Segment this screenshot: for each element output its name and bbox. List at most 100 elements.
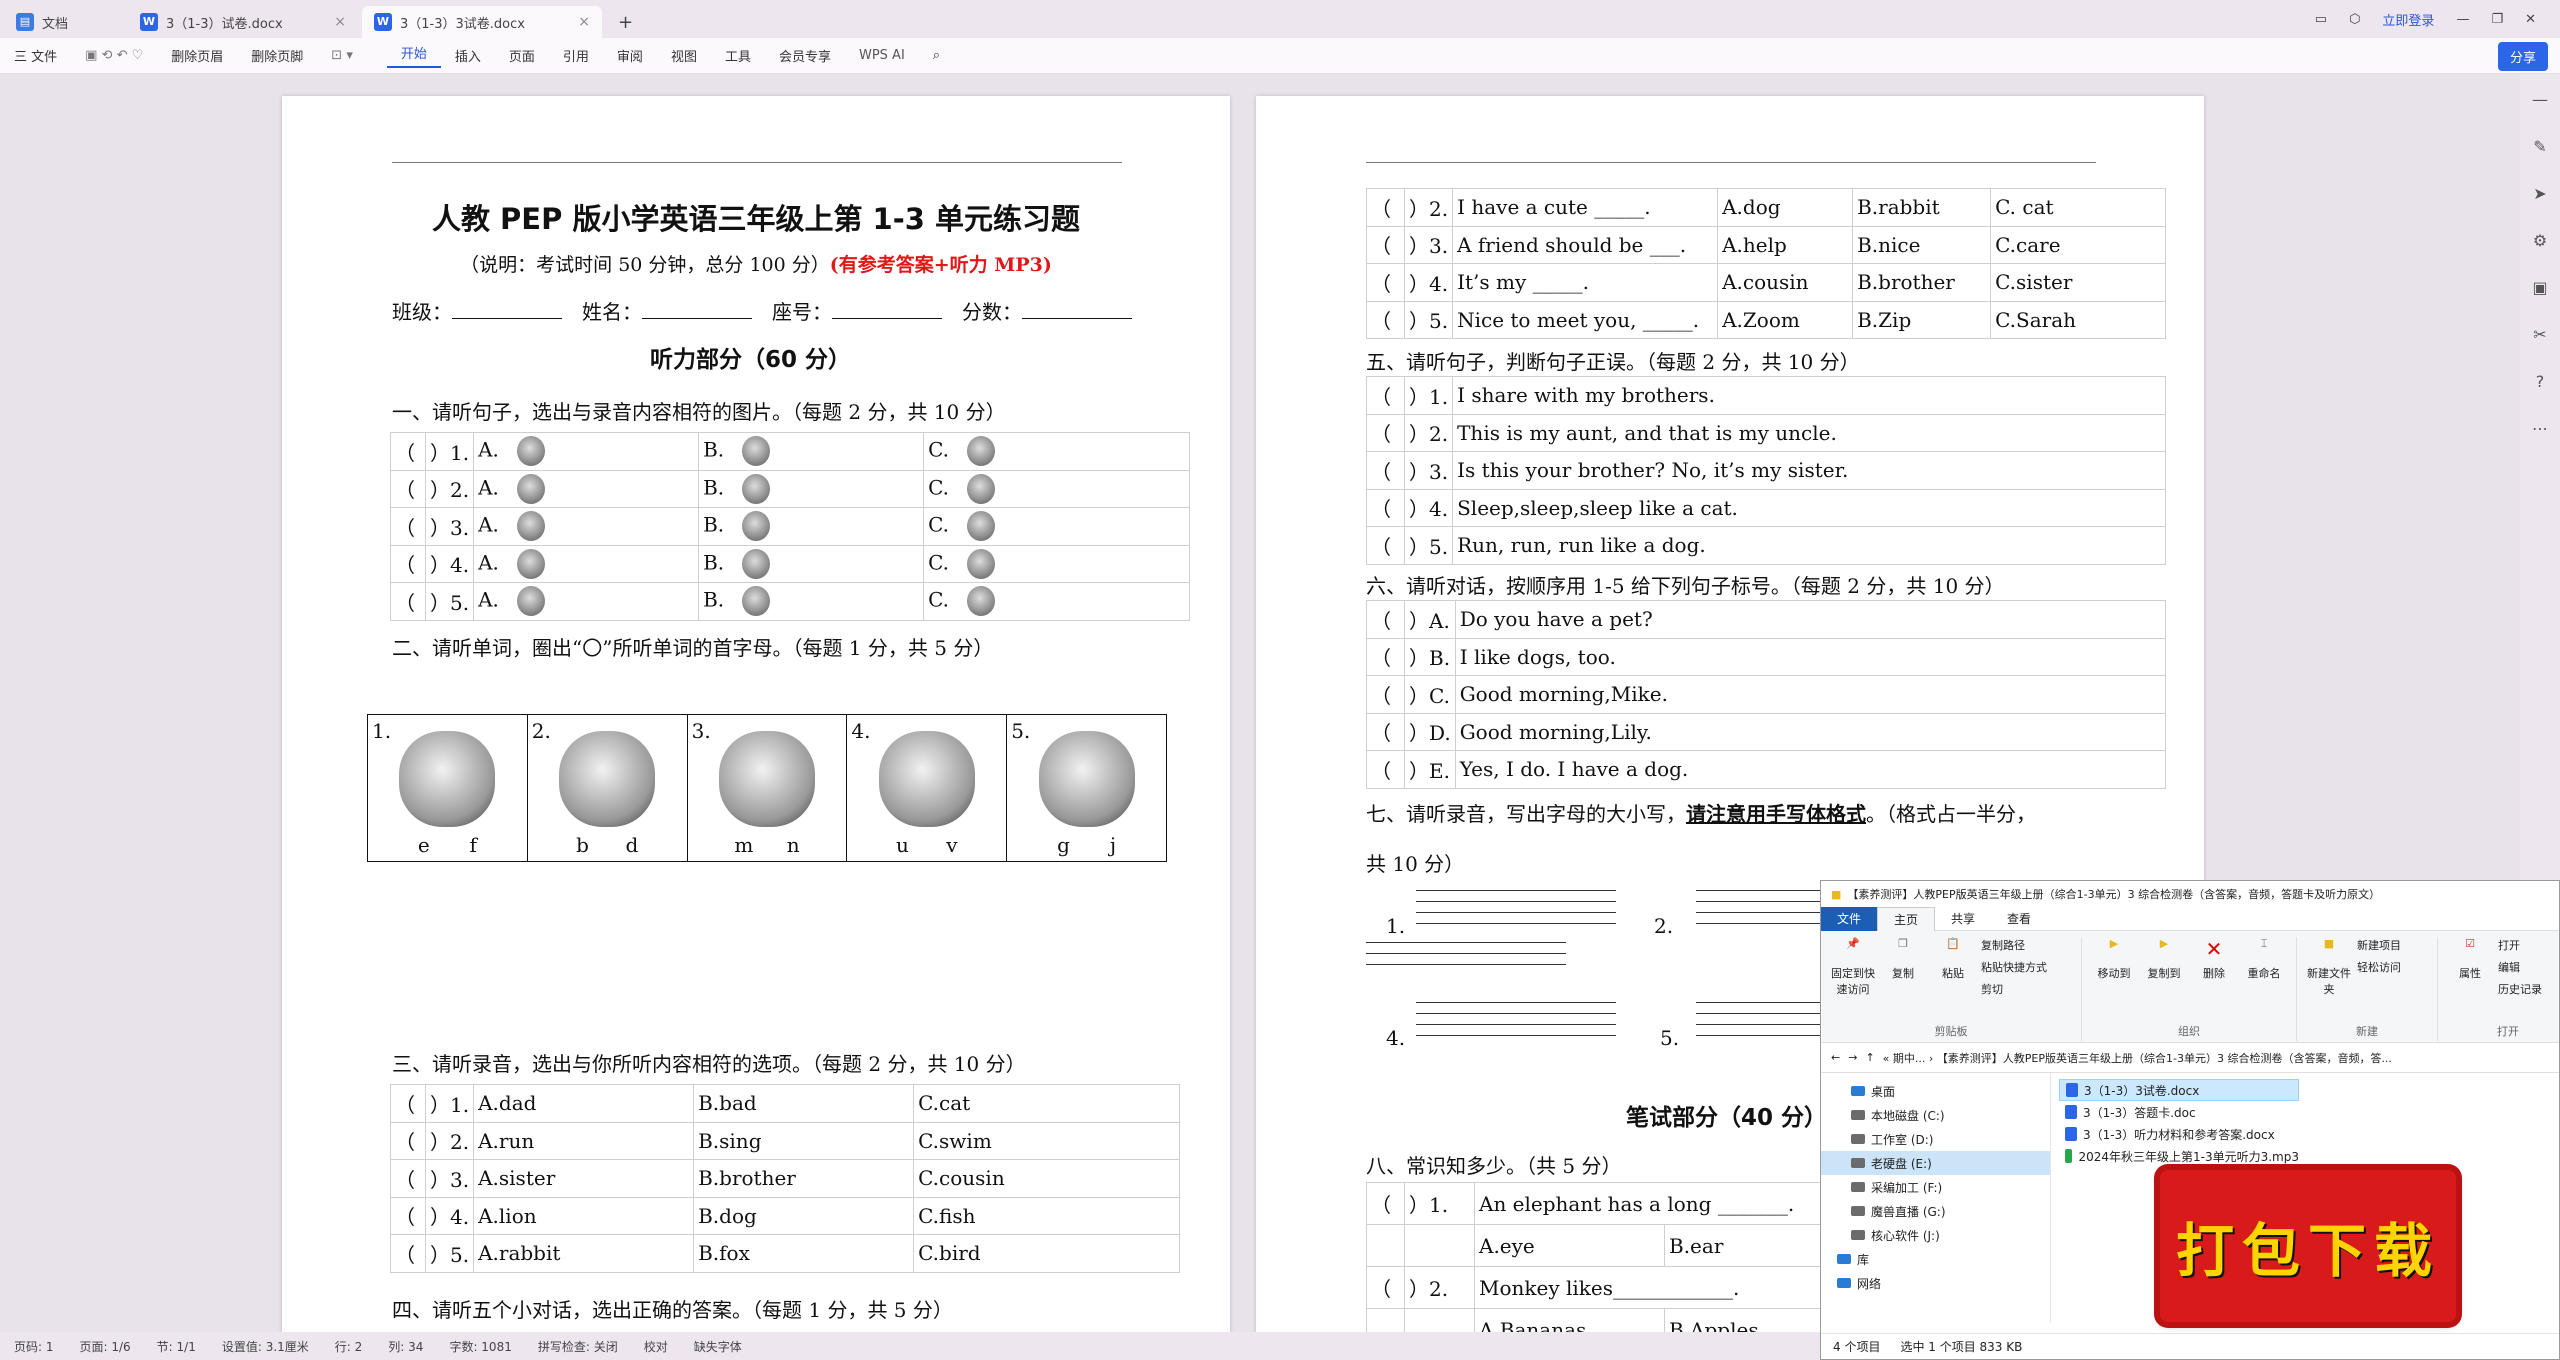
settings-icon[interactable]: ⚙ <box>2533 231 2547 250</box>
tab-view[interactable]: 查看 <box>1991 907 2047 931</box>
tab-start[interactable]: 开始 <box>386 43 441 68</box>
nav-item-network[interactable]: 网络 <box>1821 1271 2050 1295</box>
edit-button[interactable]: 编辑 <box>2498 959 2560 975</box>
file-item[interactable]: 3（1-3）答题卡.doc <box>2059 1101 2299 1123</box>
group-label: 打开 <box>2497 1025 2519 1038</box>
nav-item-d[interactable]: 工作室 (D:) <box>1821 1127 2050 1151</box>
table-row: （）4. It’s my _____. A.cousin B.brother C.sis… <box>1366 263 2166 302</box>
write-lines <box>1416 890 1616 934</box>
minus-icon[interactable]: — <box>2532 90 2548 109</box>
file-item[interactable]: 3（1-3）听力材料和参考答案.docx <box>2059 1123 2299 1145</box>
new-tab-button[interactable]: + <box>606 6 645 38</box>
monkey-icon <box>718 731 815 827</box>
format-icon[interactable]: ⊡ ▾ <box>317 48 367 63</box>
new-folder-button[interactable]: ■ 新建文件夹 <box>2307 937 2351 997</box>
delete-button[interactable]: ✕ 删除 <box>2192 937 2236 981</box>
nav-item-desktop[interactable]: 桌面 <box>1821 1079 2050 1103</box>
restore-icon[interactable]: ❐ <box>2491 12 2503 27</box>
easy-access-button[interactable]: 轻松访问 <box>2357 959 2427 975</box>
table-row: （）4. Sleep,sleep,sleep like a cat. <box>1366 488 2166 527</box>
nav-item-f[interactable]: 采编加工 (F:) <box>1821 1175 2050 1199</box>
tab-home[interactable]: 主页 <box>1877 906 1936 931</box>
file-item[interactable]: 2024年秋三年级上第1-3单元听力3.mp3 <box>2059 1145 2299 1167</box>
copy-path-button[interactable]: 复制路径 <box>1981 937 2071 953</box>
status-spellcheck[interactable]: 拼写检查: 关闭 <box>538 1338 618 1355</box>
download-banner[interactable]: 打包下载 <box>2160 1170 2456 1322</box>
tab-file[interactable]: 文件 <box>1821 906 1878 931</box>
tab-view[interactable]: 视图 <box>657 46 711 65</box>
cube-icon[interactable]: ⬡ <box>2349 12 2360 27</box>
close-icon[interactable]: × <box>334 14 346 30</box>
status-page[interactable]: 页码: 1 <box>14 1338 54 1355</box>
pin-button[interactable]: 📌 固定到快速访问 <box>1831 937 1875 997</box>
tab-reference[interactable]: 引用 <box>549 46 603 65</box>
new-item-button[interactable]: 新建项目 <box>2357 937 2427 953</box>
status-col[interactable]: 列: 34 <box>388 1338 423 1355</box>
dog-icon <box>559 731 656 827</box>
nav-item-j[interactable]: 核心软件 (J:) <box>1821 1223 2050 1247</box>
image-icon[interactable]: ▣ <box>2532 278 2547 297</box>
properties-button[interactable]: ☑ 属性 <box>2448 937 2492 997</box>
move-icon: ▶ <box>2109 937 2119 950</box>
tab-tools[interactable]: 工具 <box>711 46 765 65</box>
up-icon[interactable]: ↑ <box>1865 1051 1874 1064</box>
file-menu[interactable]: 三 文件 <box>0 46 71 65</box>
close-icon[interactable]: × <box>578 14 590 30</box>
status-proof[interactable]: 校对 <box>644 1338 668 1355</box>
delete-footer-button[interactable]: 删除页脚 <box>237 46 317 65</box>
tab-doc-1[interactable]: W 3（1-3）试卷.docx × <box>128 6 358 38</box>
tab-label: 3（1-3）试卷.docx <box>166 16 283 32</box>
tab-insert[interactable]: 插入 <box>441 46 495 65</box>
status-setting[interactable]: 设置值: 3.1厘米 <box>222 1338 309 1355</box>
file-item[interactable]: 3（1-3）3试卷.docx <box>2059 1079 2299 1101</box>
status-row[interactable]: 行: 2 <box>335 1338 363 1355</box>
tab-member[interactable]: 会员专享 <box>765 46 845 65</box>
rename-button[interactable]: ⌶ 重命名 <box>2242 937 2286 981</box>
group-new: ■ 新建文件夹 新建项目 轻松访问 新建 <box>2297 937 2438 1041</box>
close-window-icon[interactable]: ✕ <box>2525 12 2536 27</box>
layout-icon[interactable]: ▭ <box>2315 12 2327 27</box>
status-section[interactable]: 节: 1/1 <box>157 1338 196 1355</box>
move-to-button[interactable]: ▶ 移动到 <box>2092 937 2136 981</box>
nav-item-library[interactable]: 库 <box>1821 1247 2050 1271</box>
cursor-icon[interactable]: ➤ <box>2533 184 2546 203</box>
table-row: （）1. A. B. C. <box>390 432 1190 471</box>
delete-header-button[interactable]: 删除页眉 <box>157 46 237 65</box>
address-path[interactable]: « 期中... › 【素养测评】人教PEP版英语三年级上册（综合1-3单元）3 … <box>1883 1050 2392 1066</box>
back-icon[interactable]: ← <box>1831 1051 1840 1064</box>
tab-label: 文档 <box>42 16 69 32</box>
cut-button[interactable]: 剪切 <box>1981 981 2071 997</box>
nav-item-c[interactable]: 本地磁盘 (C:) <box>1821 1103 2050 1127</box>
tools-icon[interactable]: ✂ <box>2533 325 2546 344</box>
tab-doc-2[interactable]: W 3（1-3）3试卷.docx × <box>362 6 602 38</box>
address-bar[interactable]: ← → ↑ « 期中... › 【素养测评】人教PEP版英语三年级上册（综合1-… <box>1821 1043 2559 1073</box>
pen-icon[interactable]: ✎ <box>2533 137 2546 156</box>
status-pages[interactable]: 页面: 1/6 <box>80 1338 131 1355</box>
nav-item-g[interactable]: 魔兽直播 (G:) <box>1821 1199 2050 1223</box>
minimize-icon[interactable]: — <box>2456 12 2469 27</box>
tab-share[interactable]: 共享 <box>1935 907 1991 931</box>
paste-button[interactable]: 📋 粘贴 <box>1931 937 1975 997</box>
copy-button[interactable]: ❐ 复制 <box>1881 937 1925 997</box>
tab-page[interactable]: 页面 <box>495 46 549 65</box>
help-icon[interactable]: ? <box>2536 372 2545 391</box>
explorer-title-bar: ■ 【素养测评】人教PEP版英语三年级上册（综合1-3单元）3 综合检测卷（含答… <box>1821 881 2559 907</box>
status-wordcount[interactable]: 字数: 1081 <box>449 1338 511 1355</box>
share-button[interactable]: 分享 <box>2497 42 2548 71</box>
history-button[interactable]: 历史记录 <box>2498 981 2560 997</box>
paste-shortcut-button[interactable]: 粘贴快捷方式 <box>1981 959 2071 975</box>
status-missing-font[interactable]: 缺失字体 <box>694 1338 742 1355</box>
wps-ai-button[interactable]: WPS AI <box>845 48 919 63</box>
login-link[interactable]: 立即登录 <box>2382 10 2434 29</box>
more-icon[interactable]: ⋯ <box>2532 419 2548 438</box>
duck-icon <box>742 586 771 617</box>
forward-icon[interactable]: → <box>1848 1051 1857 1064</box>
open-button[interactable]: 打开 <box>2498 937 2560 953</box>
copy-to-button[interactable]: ▶ 复制到 <box>2142 937 2186 981</box>
copy-to-icon: ▶ <box>2159 937 2169 950</box>
search-icon[interactable]: ⌕ <box>919 48 954 63</box>
tab-home[interactable]: ▤ 文档 <box>4 6 124 38</box>
nav-item-e[interactable]: 老硬盘 (E:) <box>1821 1151 2050 1175</box>
tab-review[interactable]: 审阅 <box>603 46 657 65</box>
table-row: （）4. A. B. C. <box>390 544 1190 583</box>
